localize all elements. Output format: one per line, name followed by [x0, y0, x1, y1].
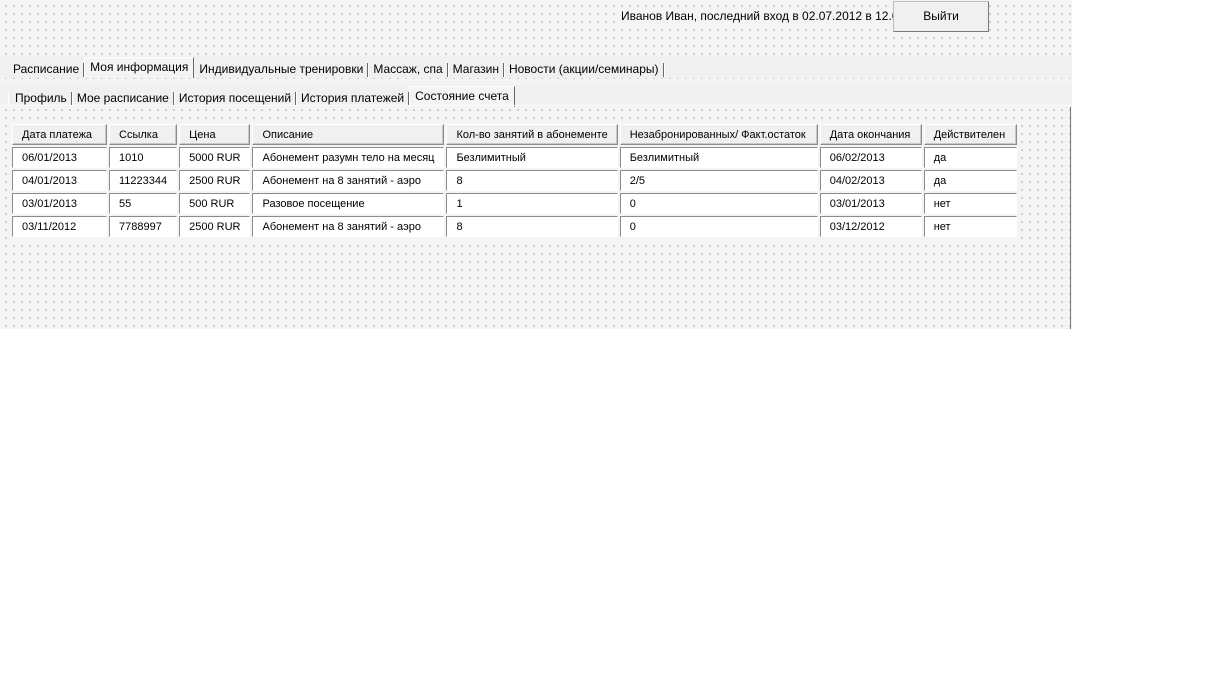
cell-remaining[interactable]: Безлимитный [619, 147, 818, 168]
tab-shop[interactable]: Магазин [448, 61, 506, 78]
cell-sessions-count[interactable]: 8 [446, 170, 618, 191]
cell-remaining[interactable]: 0 [619, 193, 818, 214]
cell-sessions-count[interactable]: 8 [446, 216, 618, 237]
tab-account-status[interactable]: Состояние счета [409, 86, 515, 107]
cell-payment-date[interactable]: 03/01/2013 [12, 193, 107, 214]
cell-sessions-count[interactable]: Безлимитный [446, 147, 618, 168]
user-status: Иванов Иван, последний вход в 02.07.2012… [619, 9, 908, 23]
cell-price[interactable]: 5000 RUR [179, 147, 251, 168]
column-header-price[interactable]: Цена [179, 124, 251, 145]
cell-end-date[interactable]: 06/02/2013 [819, 147, 922, 168]
cell-end-date[interactable]: 04/02/2013 [819, 170, 922, 191]
tab-schedule[interactable]: Расписание [8, 61, 86, 78]
column-header-valid[interactable]: Действителен [923, 124, 1017, 145]
column-header-remaining[interactable]: Незабронированных/ Факт.остаток [619, 124, 818, 145]
cell-reference[interactable]: 11223344 [109, 170, 178, 191]
sub-tabbar: Профиль Мое расписание История посещений… [0, 85, 1072, 107]
cell-payment-date[interactable]: 03/11/2012 [12, 216, 107, 237]
cell-reference[interactable]: 55 [109, 193, 178, 214]
cell-price[interactable]: 2500 RUR [179, 216, 251, 237]
cell-reference[interactable]: 1010 [109, 147, 178, 168]
column-header-reference[interactable]: Ссылка [109, 124, 178, 145]
table-header-row: Дата платежа Ссылка Цена Описание Кол-во… [12, 124, 1017, 145]
cell-remaining[interactable]: 2/5 [619, 170, 818, 191]
subtab-divider [0, 105, 1070, 106]
account-status-table: Дата платежа Ссылка Цена Описание Кол-во… [10, 122, 1019, 239]
cell-description[interactable]: Абонемент разумн тело на месяц [252, 147, 445, 168]
cell-price[interactable]: 500 RUR [179, 193, 251, 214]
tab-personal-training[interactable]: Индивидуальные тренировки [194, 61, 370, 78]
content-border [1070, 105, 1071, 329]
cell-valid[interactable]: да [923, 147, 1017, 168]
cell-valid[interactable]: нет [923, 216, 1017, 237]
column-header-payment-date[interactable]: Дата платежа [12, 124, 107, 145]
tab-massage-spa[interactable]: Массаж, спа [368, 61, 450, 78]
cell-remaining[interactable]: 0 [619, 216, 818, 237]
table-row[interactable]: 03/11/2012 7788997 2500 RUR Абонемент на… [12, 216, 1017, 237]
column-header-end-date[interactable]: Дата окончания [819, 124, 922, 145]
cell-end-date[interactable]: 03/01/2013 [819, 193, 922, 214]
tab-news[interactable]: Новости (акции/семинары) [504, 61, 665, 78]
table-row[interactable]: 04/01/2013 11223344 2500 RUR Абонемент н… [12, 170, 1017, 191]
cell-payment-date[interactable]: 04/01/2013 [12, 170, 107, 191]
tab-my-info[interactable]: Моя информация [84, 57, 195, 78]
cell-valid[interactable]: да [923, 170, 1017, 191]
cell-description[interactable]: Абонемент на 8 занятий - аэро [252, 216, 445, 237]
cell-valid[interactable]: нет [923, 193, 1017, 214]
cell-sessions-count[interactable]: 1 [446, 193, 618, 214]
cell-description[interactable]: Разовое посещение [252, 193, 445, 214]
column-header-sessions-count[interactable]: Кол-во занятий в абонементе [446, 124, 618, 145]
cell-description[interactable]: Абонемент на 8 занятий - аэро [252, 170, 445, 191]
cell-payment-date[interactable]: 06/01/2013 [12, 147, 107, 168]
column-header-description[interactable]: Описание [252, 124, 445, 145]
main-tabbar: Расписание Моя информация Индивидуальные… [0, 56, 1072, 78]
logout-button[interactable]: Выйти [893, 1, 989, 32]
cell-price[interactable]: 2500 RUR [179, 170, 251, 191]
cell-end-date[interactable]: 03/12/2012 [819, 216, 922, 237]
table-row[interactable]: 03/01/2013 55 500 RUR Разовое посещение … [12, 193, 1017, 214]
table-row[interactable]: 06/01/2013 1010 5000 RUR Абонемент разум… [12, 147, 1017, 168]
cell-reference[interactable]: 7788997 [109, 216, 178, 237]
